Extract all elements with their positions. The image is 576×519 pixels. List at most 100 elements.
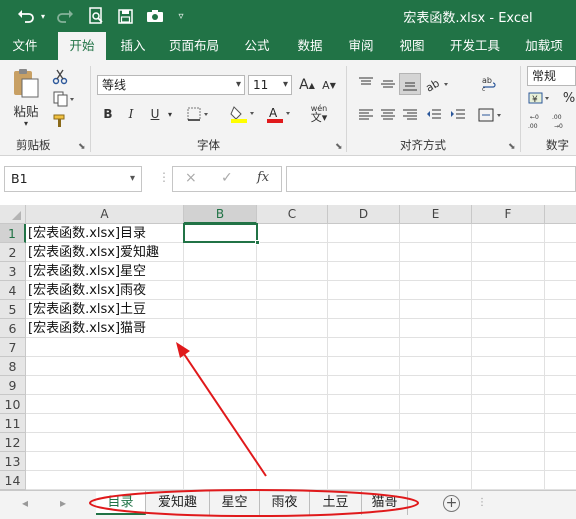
merge-center-icon[interactable] bbox=[476, 104, 506, 126]
cell-a3[interactable]: [宏表函数.xlsx]星空 bbox=[28, 262, 146, 281]
add-sheet-button[interactable]: + bbox=[443, 495, 460, 512]
svg-text:ab: ab bbox=[482, 76, 492, 85]
row-header[interactable]: 12 bbox=[0, 433, 26, 452]
decrease-decimal-icon[interactable]: .00 →0 bbox=[551, 110, 573, 132]
align-right-icon[interactable] bbox=[399, 104, 421, 126]
cell-a2[interactable]: [宏表函数.xlsx]爱知趣 bbox=[28, 243, 159, 262]
svg-text:c: c bbox=[482, 86, 485, 92]
format-painter-icon[interactable] bbox=[50, 112, 70, 130]
select-all-corner[interactable] bbox=[0, 205, 26, 224]
row-header[interactable]: 1 bbox=[0, 224, 26, 243]
paste-icon[interactable] bbox=[8, 66, 44, 100]
row-header[interactable]: 10 bbox=[0, 395, 26, 414]
name-box-dropdown-icon[interactable]: ▾ bbox=[130, 167, 135, 191]
cut-icon[interactable] bbox=[50, 68, 70, 86]
cell-a1[interactable]: [宏表函数.xlsx]目录 bbox=[28, 224, 146, 243]
formula-input[interactable] bbox=[286, 166, 576, 192]
tab-data[interactable]: 数据 bbox=[289, 32, 331, 60]
column-header-d[interactable]: D bbox=[328, 205, 400, 224]
formula-bar-grip-icon[interactable]: ⋮ bbox=[158, 170, 170, 184]
sheet-tab-catalog[interactable]: 目录 bbox=[96, 491, 146, 515]
align-center-icon[interactable] bbox=[377, 104, 399, 126]
sheet-tab-aizhiqu[interactable]: 爱知趣 bbox=[146, 491, 210, 515]
copy-icon[interactable] bbox=[50, 90, 78, 108]
tab-home[interactable]: 开始 bbox=[58, 32, 106, 60]
scroll-tabs-left-icon[interactable]: ◂ bbox=[22, 496, 28, 510]
wrap-text-icon[interactable]: ab c bbox=[478, 73, 502, 95]
column-header-f[interactable]: F bbox=[472, 205, 545, 224]
bold-button[interactable]: B bbox=[99, 104, 117, 124]
underline-button[interactable]: U bbox=[146, 104, 164, 124]
sheet-tab-xingkong[interactable]: 星空 bbox=[210, 491, 260, 515]
font-color-icon[interactable]: A bbox=[264, 104, 294, 124]
tab-split-handle-icon[interactable]: ⋮ bbox=[477, 497, 487, 508]
alignment-launcher-icon[interactable]: ⬊ bbox=[508, 142, 516, 152]
row-header[interactable]: 3 bbox=[0, 262, 26, 281]
tab-developer[interactable]: 开发工具 bbox=[442, 32, 508, 60]
tab-formulas[interactable]: 公式 bbox=[236, 32, 278, 60]
row-header[interactable]: 9 bbox=[0, 376, 26, 395]
decrease-indent-icon[interactable] bbox=[423, 104, 445, 126]
currency-icon[interactable]: ¥ bbox=[527, 88, 553, 108]
underline-dropdown-icon[interactable]: ▾ bbox=[164, 104, 176, 124]
increase-decimal-icon[interactable]: ←0.00 bbox=[527, 110, 549, 132]
row-header[interactable]: 6 bbox=[0, 319, 26, 338]
cancel-button[interactable]: × bbox=[185, 170, 197, 186]
cell-a5[interactable]: [宏表函数.xlsx]土豆 bbox=[28, 300, 146, 319]
align-middle-icon[interactable] bbox=[377, 73, 399, 95]
row-header[interactable]: 8 bbox=[0, 357, 26, 376]
title-bar: ▾ ▿ 宏表函数.xlsx - Excel bbox=[0, 0, 576, 32]
column-header-c[interactable]: C bbox=[257, 205, 328, 224]
sheet-tab-yuye[interactable]: 雨夜 bbox=[260, 491, 310, 515]
row-header[interactable]: 4 bbox=[0, 281, 26, 300]
orientation-icon[interactable]: ab bbox=[423, 73, 453, 95]
sheet-tab-tudou[interactable]: 土豆 bbox=[310, 491, 362, 515]
font-launcher-icon[interactable]: ⬊ bbox=[335, 142, 343, 152]
number-format-select[interactable]: 常规 bbox=[527, 66, 576, 86]
fill-handle[interactable] bbox=[255, 240, 260, 245]
increase-indent-icon[interactable] bbox=[447, 104, 469, 126]
italic-button[interactable]: I bbox=[122, 104, 140, 124]
row-header[interactable]: 11 bbox=[0, 414, 26, 433]
decrease-font-icon[interactable]: A ▼ bbox=[318, 75, 340, 95]
cell-a4[interactable]: [宏表函数.xlsx]雨夜 bbox=[28, 281, 146, 300]
tab-insert[interactable]: 插入 bbox=[112, 32, 154, 60]
cell-a6[interactable]: [宏表函数.xlsx]猫哥 bbox=[28, 319, 146, 338]
borders-icon[interactable] bbox=[185, 104, 213, 124]
paste-button[interactable]: 粘贴 bbox=[10, 102, 42, 119]
font-size-select[interactable]: 11 ▾ bbox=[248, 75, 292, 95]
align-left-icon[interactable] bbox=[355, 104, 377, 126]
percent-button[interactable]: % bbox=[562, 88, 576, 108]
group-divider bbox=[346, 66, 347, 152]
insert-function-button[interactable]: fx bbox=[257, 170, 269, 185]
row-header[interactable]: 2 bbox=[0, 243, 26, 262]
tab-addins[interactable]: 加载项 bbox=[516, 32, 572, 60]
fill-color-icon[interactable] bbox=[228, 104, 258, 124]
row-header[interactable]: 13 bbox=[0, 452, 26, 471]
column-header-a[interactable]: A bbox=[26, 205, 184, 224]
row-header[interactable]: 5 bbox=[0, 300, 26, 319]
align-bottom-icon[interactable] bbox=[399, 73, 421, 95]
name-box[interactable]: B1 ▾ bbox=[4, 166, 142, 192]
sheet-tab-maoge[interactable]: 猫哥 bbox=[362, 491, 408, 515]
tab-file[interactable]: 文件 bbox=[4, 32, 46, 60]
scroll-tabs-right-icon[interactable]: ▸ bbox=[60, 496, 66, 510]
clipboard-launcher-icon[interactable]: ⬊ bbox=[78, 142, 86, 152]
paste-dropdown-icon[interactable]: ▾ bbox=[18, 118, 34, 128]
column-header-g[interactable] bbox=[545, 205, 576, 224]
font-name-select[interactable]: 等线 ▾ bbox=[97, 75, 245, 95]
align-top-icon[interactable] bbox=[355, 73, 377, 95]
row-header[interactable]: 14 bbox=[0, 471, 26, 490]
increase-font-icon[interactable]: A ▲ bbox=[296, 75, 318, 95]
phonetic-icon[interactable]: wén 文▾ bbox=[305, 100, 333, 126]
column-header-b[interactable]: B bbox=[184, 205, 257, 224]
row-header[interactable]: 7 bbox=[0, 338, 26, 357]
tab-review[interactable]: 审阅 bbox=[340, 32, 382, 60]
tab-page-layout[interactable]: 页面布局 bbox=[162, 32, 226, 60]
column-header-e[interactable]: E bbox=[400, 205, 472, 224]
svg-text:←0: ←0 bbox=[530, 114, 539, 121]
svg-text:ab: ab bbox=[425, 77, 442, 92]
tab-view[interactable]: 视图 bbox=[391, 32, 433, 60]
selected-cell-b1[interactable] bbox=[183, 223, 258, 243]
enter-button[interactable]: ✓ bbox=[221, 170, 233, 186]
